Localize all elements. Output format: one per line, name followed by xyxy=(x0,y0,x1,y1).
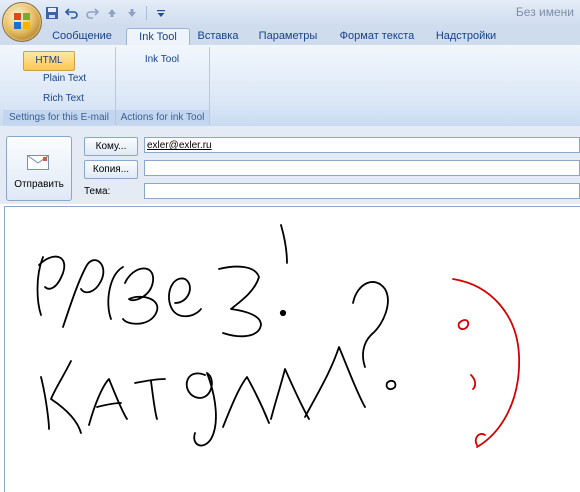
title-bar: Без имени xyxy=(0,0,580,26)
ink-stroke xyxy=(168,277,202,318)
ink-stroke xyxy=(222,376,270,428)
tab-message[interactable]: Сообщение xyxy=(44,28,120,45)
down-arrow-icon[interactable] xyxy=(124,5,140,21)
ink-stroke xyxy=(40,376,50,430)
envelope-icon xyxy=(27,155,49,170)
compose-header: Отправить Кому... Копия... Тема: exler@e… xyxy=(0,126,580,204)
window-title: Без имени xyxy=(515,5,574,19)
ink-stroke xyxy=(38,255,66,290)
ink-smile-stroke xyxy=(457,319,470,330)
office-button[interactable] xyxy=(2,2,42,42)
tab-insert[interactable]: Вставка xyxy=(194,28,242,45)
tab-add-ins[interactable]: Надстройки xyxy=(428,28,504,45)
group-label-ink-actions: Actions for ink Tool xyxy=(116,110,209,125)
redo-icon[interactable] xyxy=(84,5,100,21)
ink-dot xyxy=(279,309,287,317)
ink-smile-stroke xyxy=(470,374,477,390)
ink-drawing xyxy=(36,224,520,448)
ink-stroke xyxy=(385,380,397,390)
save-icon[interactable] xyxy=(44,5,60,21)
ribbon-tabs: Сообщение Ink Tool Вставка Параметры Фор… xyxy=(0,26,580,46)
tab-format-text[interactable]: Формат текста xyxy=(332,28,422,45)
html-format-button[interactable]: HTML xyxy=(23,51,75,71)
group-label-email-settings: Settings for this E-mail xyxy=(3,110,115,125)
send-button[interactable]: Отправить xyxy=(6,136,72,201)
ink-stroke xyxy=(36,256,44,316)
undo-icon[interactable] xyxy=(64,5,80,21)
subject-label: Тема: xyxy=(84,186,111,197)
group-ink-actions: Ink Tool Actions for ink Tool xyxy=(116,47,210,125)
group-email-settings: HTML Plain Text Rich Text Settings for t… xyxy=(3,47,116,125)
cc-button[interactable]: Копия... xyxy=(84,160,138,179)
ink-stroke xyxy=(352,281,389,368)
ink-stroke xyxy=(107,266,124,320)
to-recipient[interactable]: exler@exler.ru xyxy=(147,140,212,151)
ink-stroke xyxy=(280,224,288,264)
ink-stroke xyxy=(96,402,122,408)
office-logo-icon xyxy=(14,13,30,29)
ink-tool-button[interactable]: Ink Tool xyxy=(126,51,198,69)
ink-stroke xyxy=(134,378,166,420)
cc-field[interactable] xyxy=(144,160,580,176)
message-body[interactable] xyxy=(4,206,580,492)
toolbar-separator xyxy=(146,6,147,20)
ink-stroke xyxy=(270,368,310,420)
to-field[interactable]: exler@exler.ru xyxy=(144,137,580,153)
tab-ink-tool[interactable]: Ink Tool xyxy=(126,28,190,46)
to-button[interactable]: Кому... xyxy=(84,137,138,156)
subject-field[interactable] xyxy=(144,183,580,199)
ink-stroke xyxy=(185,372,217,447)
ribbon: HTML Plain Text Rich Text Settings for t… xyxy=(0,45,580,127)
ink-stroke xyxy=(304,346,366,418)
plain-text-format-button[interactable]: Plain Text xyxy=(23,70,109,88)
rich-text-format-button[interactable]: Rich Text xyxy=(23,90,109,108)
ink-stroke xyxy=(50,360,82,434)
tab-options[interactable]: Параметры xyxy=(252,28,324,45)
up-arrow-icon[interactable] xyxy=(104,5,120,21)
customize-dropdown-icon[interactable] xyxy=(153,5,169,21)
quick-access-toolbar xyxy=(44,4,173,22)
ink-stroke xyxy=(88,378,128,426)
ink-stroke xyxy=(62,259,105,328)
ink-smile-stroke xyxy=(452,278,520,448)
send-label: Отправить xyxy=(14,179,64,190)
ink-stroke xyxy=(218,265,262,338)
ink-stroke xyxy=(122,267,159,325)
